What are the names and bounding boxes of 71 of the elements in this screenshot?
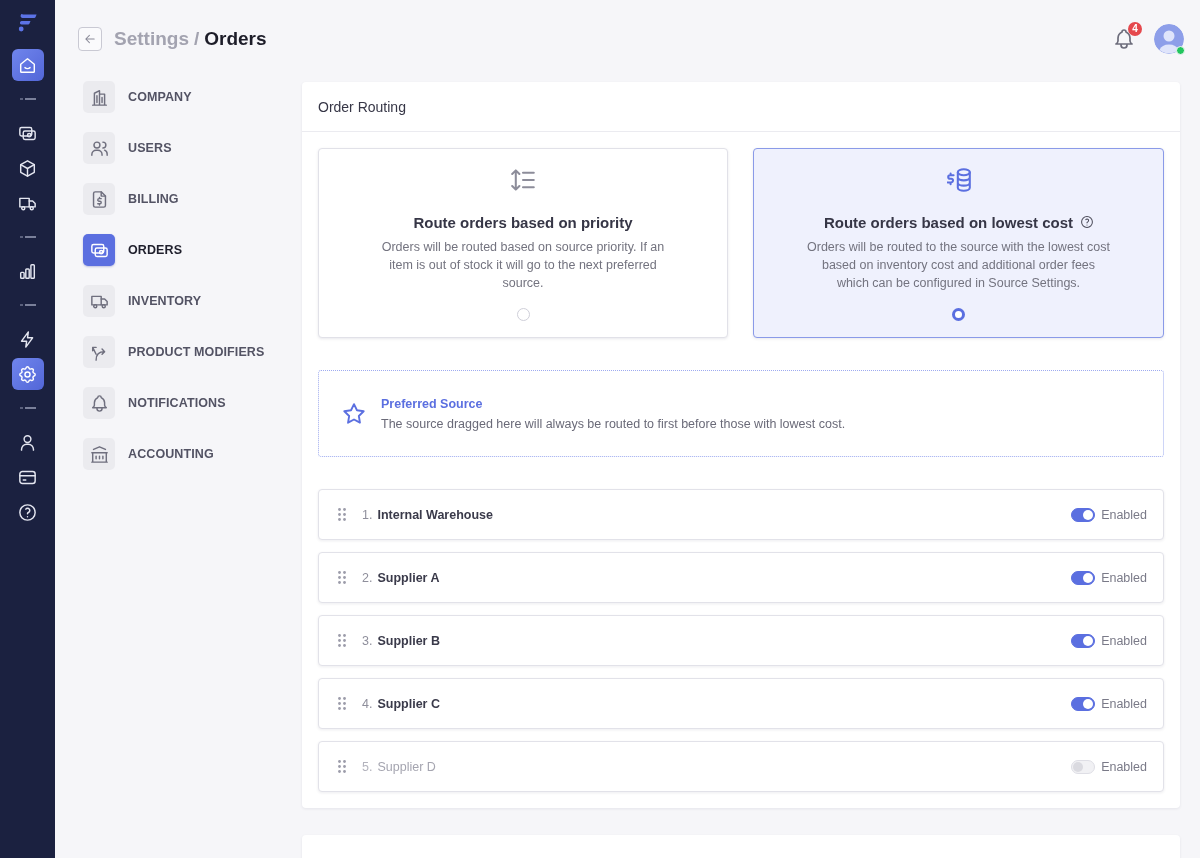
user-avatar[interactable] xyxy=(1154,24,1184,54)
user-icon xyxy=(19,433,36,451)
notifications-button[interactable] xyxy=(1114,29,1134,49)
drag-handle-icon[interactable] xyxy=(338,571,346,584)
toggle-switch[interactable] xyxy=(1071,507,1096,522)
bell-icon xyxy=(1114,29,1134,49)
truck-icon xyxy=(83,285,115,317)
drop-zone-description: The source dragged here will always be routed to first before those with lowest cost. xyxy=(381,416,846,431)
settings-menu-item[interactable]: PRODUCT MODIFIERS xyxy=(83,336,265,368)
toggle-label: Enabled xyxy=(1101,507,1147,522)
notification-badge: 4 xyxy=(1128,22,1142,36)
option-title: Route orders based on priority xyxy=(413,213,633,231)
option-description: Orders will be routed to the source with the lowest cost based on inventory cost and additional order fees which can be configured in Source Settings. xyxy=(807,239,1110,292)
cube-icon xyxy=(19,159,36,177)
settings-icon xyxy=(19,365,36,383)
row-number: 2. xyxy=(362,570,373,585)
settings-menu-item[interactable]: ACCOUNTING xyxy=(83,438,214,470)
settings-menu-item[interactable]: ORDERS xyxy=(83,234,183,266)
toggle-label: Enabled xyxy=(1101,759,1147,774)
row-number: 4. xyxy=(362,696,373,711)
building-icon xyxy=(83,81,115,113)
settings-menu-item[interactable]: BILLING xyxy=(83,183,179,215)
source-name: Supplier A xyxy=(377,570,440,585)
bell-icon xyxy=(83,387,115,419)
toggle-label: Enabled xyxy=(1101,696,1147,711)
toggle-switch[interactable] xyxy=(1071,633,1096,648)
help-icon xyxy=(19,503,36,521)
drag-handle-icon[interactable] xyxy=(338,508,346,521)
routing-option-card[interactable]: Route orders based on lowest cost Orders will be routed to the source with the lowest cost based on inventory cost and additional order fees which can be configured in Source Settings. xyxy=(753,148,1164,338)
bank-icon xyxy=(83,438,115,470)
settings-menu-item[interactable]: NOTIFICATIONS xyxy=(83,387,226,419)
lightning-icon xyxy=(19,330,36,348)
logo-icon xyxy=(16,12,39,32)
drag-handle-icon[interactable] xyxy=(338,760,346,773)
row-number: 1. xyxy=(362,507,373,522)
star-icon xyxy=(343,402,365,425)
cash-icon xyxy=(19,124,36,142)
drag-handle-icon[interactable] xyxy=(338,697,346,710)
row-number: 3. xyxy=(362,633,373,648)
home-icon xyxy=(19,56,36,74)
settings-menu-item[interactable]: COMPANY xyxy=(83,81,192,113)
page-title: Orders xyxy=(204,28,267,50)
users-icon xyxy=(83,132,115,164)
toggle-label: Enabled xyxy=(1101,570,1147,585)
dollar-coins-icon xyxy=(946,168,971,192)
source-name: Internal Warehouse xyxy=(377,507,493,522)
drag-handle-icon[interactable] xyxy=(338,634,346,647)
nav-rail-button[interactable] xyxy=(11,358,44,390)
nav-rail-button[interactable] xyxy=(11,49,44,81)
dollar-file-icon xyxy=(83,183,115,215)
cash-icon xyxy=(83,234,115,266)
source-name: Supplier D xyxy=(377,759,436,774)
source-name: Supplier B xyxy=(377,633,440,648)
toggle-switch[interactable] xyxy=(1071,570,1096,585)
source-name: Supplier C xyxy=(377,696,440,711)
toggle-label: Enabled xyxy=(1101,633,1147,648)
settings-menu-item[interactable]: INVENTORY xyxy=(83,285,202,317)
routing-option-card[interactable]: Route orders based on priority Orders will be routed based on source priority. If an item is out of stock it will go to the next preferred source. xyxy=(318,148,728,338)
sort-list-icon xyxy=(511,168,535,192)
bar-chart-icon xyxy=(19,262,36,280)
breadcrumb-separator: / xyxy=(193,28,200,50)
section-title: Order Routing xyxy=(318,98,406,115)
toggle-switch[interactable] xyxy=(1071,696,1096,711)
drop-zone-title: Preferred Source xyxy=(381,396,484,411)
option-title: Route orders based on lowest cost xyxy=(823,213,1074,231)
arrow-left-icon xyxy=(84,33,96,45)
radio-button[interactable] xyxy=(952,308,965,321)
credit-card-icon xyxy=(19,468,36,486)
settings-menu-item[interactable]: USERS xyxy=(83,132,172,164)
row-number: 5. xyxy=(362,759,373,774)
option-description: Orders will be routed based on source priority. If an item is out of stock it will go to the next preferred source. xyxy=(381,239,665,292)
